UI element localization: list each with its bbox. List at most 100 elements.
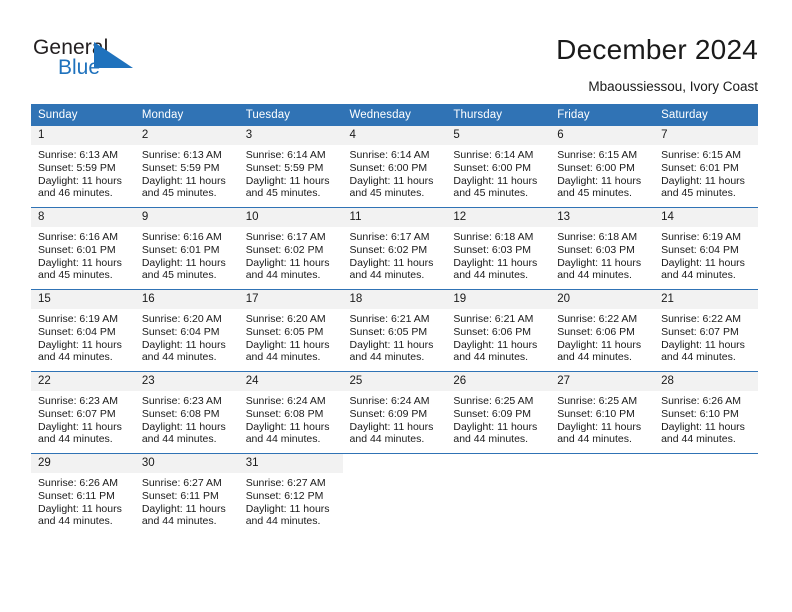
calendar-day-cell[interactable]: 21 Sunrise: 6:22 AM Sunset: 6:07 PM Dayl… xyxy=(654,289,758,372)
sunset-text: Sunset: 5:59 PM xyxy=(245,161,324,174)
calendar-day-cell[interactable]: 29 Sunrise: 6:26 AM Sunset: 6:11 PM Dayl… xyxy=(31,453,135,535)
calendar-day-cell[interactable]: 5 Sunrise: 6:14 AM Sunset: 6:00 PM Dayli… xyxy=(446,126,551,208)
calendar-day-cell[interactable]: 19 Sunrise: 6:21 AM Sunset: 6:06 PM Dayl… xyxy=(446,289,551,372)
daylight-text-line1: Daylight: 11 hours xyxy=(141,256,226,269)
logo-flag-icon xyxy=(94,42,133,68)
day-number xyxy=(550,454,655,473)
calendar-day-cell-empty xyxy=(654,453,758,535)
daylight-text-line1: Daylight: 11 hours xyxy=(661,256,745,269)
day-number xyxy=(446,454,551,473)
calendar-day-cell[interactable]: 3 Sunrise: 6:14 AM Sunset: 5:59 PM Dayli… xyxy=(238,126,343,208)
calendar-day-cell[interactable]: 8 Sunrise: 6:16 AM Sunset: 6:01 PM Dayli… xyxy=(31,207,135,290)
sunset-text: Sunset: 6:04 PM xyxy=(661,243,739,256)
daylight-text-line2: and 45 minutes. xyxy=(349,187,425,200)
calendar-day-cell[interactable]: 12 Sunrise: 6:18 AM Sunset: 6:03 PM Dayl… xyxy=(446,207,551,290)
sunrise-text: Sunrise: 6:13 AM xyxy=(38,149,118,161)
page-subtitle-location: Mbaoussiessou, Ivory Coast xyxy=(588,79,758,94)
sunset-text: Sunset: 5:59 PM xyxy=(141,161,220,174)
calendar-day-cell[interactable]: 6 Sunrise: 6:15 AM Sunset: 6:00 PM Dayli… xyxy=(550,126,655,208)
daylight-text-line2: and 44 minutes. xyxy=(245,433,321,446)
calendar-day-cell[interactable]: 2 Sunrise: 6:13 AM Sunset: 5:59 PM Dayli… xyxy=(134,126,239,208)
sunset-text: Sunset: 6:02 PM xyxy=(245,243,324,256)
daylight-text-line1: Daylight: 11 hours xyxy=(38,338,122,351)
sunrise-text: Sunrise: 6:15 AM xyxy=(661,149,742,161)
calendar-day-cell[interactable]: 20 Sunrise: 6:22 AM Sunset: 6:06 PM Dayl… xyxy=(550,289,655,372)
calendar-day-cell[interactable]: 14 Sunrise: 6:19 AM Sunset: 6:04 PM Dayl… xyxy=(654,207,758,290)
day-number: 28 xyxy=(654,372,758,391)
daylight-text-line2: and 44 minutes. xyxy=(557,269,632,282)
calendar-day-cell[interactable]: 11 Sunrise: 6:17 AM Sunset: 6:02 PM Dayl… xyxy=(342,207,447,290)
calendar-day-cell[interactable]: 17 Sunrise: 6:20 AM Sunset: 6:05 PM Dayl… xyxy=(238,289,343,372)
sunset-text: Sunset: 6:09 PM xyxy=(453,407,532,420)
calendar-day-cell[interactable]: 7 Sunrise: 6:15 AM Sunset: 6:01 PM Dayli… xyxy=(654,126,758,208)
day-details: Sunrise: 6:17 AM Sunset: 6:02 PM Dayligh… xyxy=(343,227,447,289)
sunset-text: Sunset: 6:11 PM xyxy=(38,489,115,502)
daylight-text-line1: Daylight: 11 hours xyxy=(141,174,226,187)
calendar-day-cell[interactable]: 28 Sunrise: 6:26 AM Sunset: 6:10 PM Dayl… xyxy=(654,371,758,454)
day-details: Sunrise: 6:27 AM Sunset: 6:12 PM Dayligh… xyxy=(239,473,343,535)
calendar-day-cell[interactable]: 10 Sunrise: 6:17 AM Sunset: 6:02 PM Dayl… xyxy=(238,207,343,290)
day-number: 7 xyxy=(654,126,758,145)
daylight-text-line2: and 44 minutes. xyxy=(245,515,321,528)
day-details: Sunrise: 6:13 AM Sunset: 5:59 PM Dayligh… xyxy=(135,145,239,207)
daylight-text-line1: Daylight: 11 hours xyxy=(141,420,226,433)
day-details: Sunrise: 6:17 AM Sunset: 6:02 PM Dayligh… xyxy=(239,227,343,289)
day-number: 2 xyxy=(134,126,239,145)
daylight-text-line1: Daylight: 11 hours xyxy=(38,502,122,515)
day-details: Sunrise: 6:23 AM Sunset: 6:07 PM Dayligh… xyxy=(31,391,135,453)
sunrise-text: Sunrise: 6:23 AM xyxy=(141,395,222,407)
calendar-day-cell[interactable]: 4 Sunrise: 6:14 AM Sunset: 6:00 PM Dayli… xyxy=(342,126,447,208)
day-details: Sunrise: 6:23 AM Sunset: 6:08 PM Dayligh… xyxy=(135,391,239,453)
day-details: Sunrise: 6:18 AM Sunset: 6:03 PM Dayligh… xyxy=(550,227,654,289)
calendar-day-cell[interactable]: 31 Sunrise: 6:27 AM Sunset: 6:12 PM Dayl… xyxy=(238,453,343,535)
page-header: General Blue December 2024 Mbaoussiessou… xyxy=(0,0,792,100)
sunrise-text: Sunrise: 6:21 AM xyxy=(349,313,430,325)
day-number: 18 xyxy=(342,290,447,309)
day-details: Sunrise: 6:19 AM Sunset: 6:04 PM Dayligh… xyxy=(654,227,758,289)
day-details: Sunrise: 6:20 AM Sunset: 6:04 PM Dayligh… xyxy=(135,309,239,371)
day-number: 27 xyxy=(550,372,655,391)
weekday-header-tuesday: Tuesday xyxy=(238,104,343,126)
calendar-day-cell[interactable]: 16 Sunrise: 6:20 AM Sunset: 6:04 PM Dayl… xyxy=(134,289,239,372)
calendar-day-cell[interactable]: 22 Sunrise: 6:23 AM Sunset: 6:07 PM Dayl… xyxy=(31,371,135,454)
day-number: 6 xyxy=(550,126,655,145)
calendar-week-row: 22 Sunrise: 6:23 AM Sunset: 6:07 PM Dayl… xyxy=(31,371,758,454)
day-number: 15 xyxy=(31,290,135,309)
daylight-text-line1: Daylight: 11 hours xyxy=(141,338,226,351)
calendar-day-cell[interactable]: 24 Sunrise: 6:24 AM Sunset: 6:08 PM Dayl… xyxy=(238,371,343,454)
daylight-text-line2: and 44 minutes. xyxy=(141,515,217,528)
sunrise-text: Sunrise: 6:24 AM xyxy=(245,395,326,407)
calendar-day-cell[interactable]: 27 Sunrise: 6:25 AM Sunset: 6:10 PM Dayl… xyxy=(550,371,655,454)
calendar-day-cell[interactable]: 1 Sunrise: 6:13 AM Sunset: 5:59 PM Dayli… xyxy=(31,126,135,208)
day-number: 20 xyxy=(550,290,655,309)
sunset-text: Sunset: 6:07 PM xyxy=(661,325,739,338)
daylight-text-line2: and 44 minutes. xyxy=(557,433,632,446)
calendar-day-cell[interactable]: 18 Sunrise: 6:21 AM Sunset: 6:05 PM Dayl… xyxy=(342,289,447,372)
day-number: 10 xyxy=(238,208,343,227)
calendar-day-cell[interactable]: 15 Sunrise: 6:19 AM Sunset: 6:04 PM Dayl… xyxy=(31,289,135,372)
day-number: 22 xyxy=(31,372,135,391)
day-details: Sunrise: 6:22 AM Sunset: 6:07 PM Dayligh… xyxy=(654,309,758,371)
sunset-text: Sunset: 6:07 PM xyxy=(38,407,116,420)
sunset-text: Sunset: 6:04 PM xyxy=(38,325,116,338)
day-number: 26 xyxy=(446,372,551,391)
sunset-text: Sunset: 6:08 PM xyxy=(141,407,220,420)
sunset-text: Sunset: 6:10 PM xyxy=(557,407,635,420)
daylight-text-line2: and 45 minutes. xyxy=(38,269,113,282)
calendar-day-cell[interactable]: 13 Sunrise: 6:18 AM Sunset: 6:03 PM Dayl… xyxy=(550,207,655,290)
sunrise-text: Sunrise: 6:19 AM xyxy=(661,231,742,243)
day-details: Sunrise: 6:18 AM Sunset: 6:03 PM Dayligh… xyxy=(446,227,550,289)
daylight-text-line1: Daylight: 11 hours xyxy=(349,174,434,187)
calendar-day-cell[interactable]: 30 Sunrise: 6:27 AM Sunset: 6:11 PM Dayl… xyxy=(134,453,239,535)
calendar-day-cell[interactable]: 23 Sunrise: 6:23 AM Sunset: 6:08 PM Dayl… xyxy=(134,371,239,454)
day-details: Sunrise: 6:19 AM Sunset: 6:04 PM Dayligh… xyxy=(31,309,135,371)
daylight-text-line2: and 46 minutes. xyxy=(38,187,113,200)
calendar-day-cell[interactable]: 25 Sunrise: 6:24 AM Sunset: 6:09 PM Dayl… xyxy=(342,371,447,454)
daylight-text-line1: Daylight: 11 hours xyxy=(661,420,745,433)
calendar-day-cell[interactable]: 9 Sunrise: 6:16 AM Sunset: 6:01 PM Dayli… xyxy=(134,207,239,290)
weekday-header-wednesday: Wednesday xyxy=(342,104,447,126)
calendar-day-cell[interactable]: 26 Sunrise: 6:25 AM Sunset: 6:09 PM Dayl… xyxy=(446,371,551,454)
day-number: 19 xyxy=(446,290,551,309)
calendar-day-cell-empty xyxy=(446,453,551,535)
weekday-header-saturday: Saturday xyxy=(654,104,758,126)
